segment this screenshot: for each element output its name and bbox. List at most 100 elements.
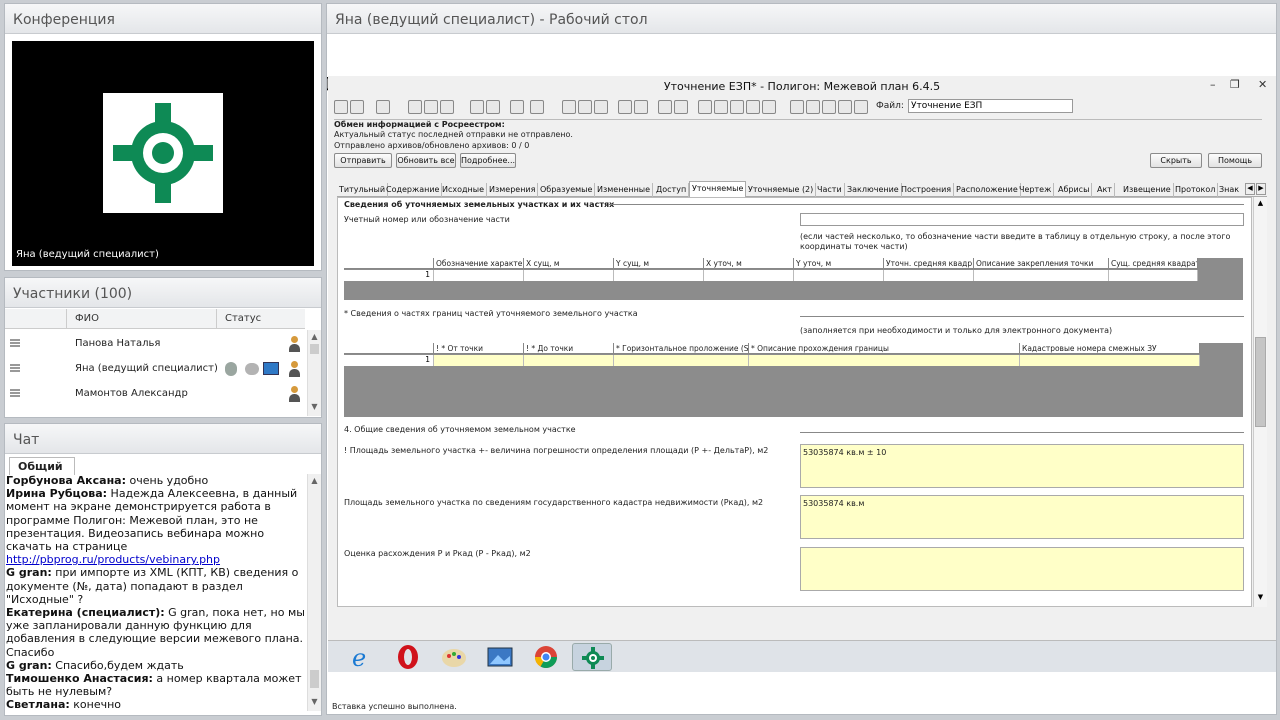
col-x-exist[interactable]: X сущ, м (524, 258, 614, 269)
tab-dostup[interactable]: Доступ (654, 183, 690, 197)
col-y-exist[interactable]: Y сущ, м (614, 258, 704, 269)
hide-button[interactable]: Скрыть (1150, 153, 1202, 168)
tab-izmereniya[interactable]: Измерения (487, 183, 539, 197)
edit-icon[interactable] (440, 100, 454, 114)
minimize-icon[interactable]: – (1210, 78, 1216, 91)
diff-field[interactable] (800, 547, 1244, 591)
file-name-field[interactable]: Уточнение ЕЗП (908, 99, 1073, 113)
help-icon[interactable] (838, 100, 852, 114)
col-point-fixing[interactable]: Описание закрепления точки (974, 258, 1109, 269)
export-xml-icon[interactable] (408, 100, 422, 114)
maximize-icon[interactable]: ❐ (1230, 78, 1240, 91)
col-exist-error[interactable]: Сущ. средняя квадрат (1109, 258, 1198, 269)
webinar-link[interactable]: http://pbprog.ru/products/vebinary.php (6, 553, 220, 566)
participant-row[interactable]: Яна (ведущий специалист) (5, 357, 305, 382)
header-status[interactable]: Статус (217, 309, 305, 329)
drag-handle-icon[interactable] (10, 364, 20, 372)
table-row[interactable]: 1 (344, 270, 1198, 281)
table-row[interactable]: 1 (344, 355, 1200, 366)
calc-icon[interactable] (746, 100, 760, 114)
col-adjacent-cadastral[interactable]: Кадастровые номера смежных ЗУ (1020, 343, 1200, 354)
check-icon[interactable] (714, 100, 728, 114)
tab-raspolozhenie[interactable]: Расположение (954, 183, 1021, 197)
area-field[interactable]: 53035874 кв.м ± 10 (800, 444, 1244, 488)
polygon-icon[interactable] (572, 643, 612, 671)
chat-tab-general[interactable]: Общий (9, 457, 75, 475)
tabs-next-icon[interactable]: ▶ (1256, 183, 1266, 195)
drag-handle-icon[interactable] (10, 389, 20, 397)
open-icon[interactable] (350, 100, 364, 114)
microphone-icon[interactable] (225, 362, 237, 376)
close-icon[interactable]: ✕ (1258, 78, 1267, 91)
col-designation[interactable]: Обозначение характер (434, 258, 524, 269)
export-zip-icon[interactable] (424, 100, 438, 114)
screen-share-icon[interactable] (263, 362, 279, 375)
participant-row[interactable]: Мамонтов Александр (5, 382, 305, 407)
webcam-icon[interactable] (245, 363, 259, 375)
hint-icon[interactable] (822, 100, 836, 114)
tab-izmenennye[interactable]: Измененные (595, 183, 654, 197)
tab-chertezh[interactable]: Чертеж (1017, 183, 1055, 197)
tab-utochnyaemye[interactable]: Уточняемые (689, 181, 747, 197)
more-button[interactable]: Подробнее... (460, 153, 516, 168)
header-name[interactable]: ФИО (67, 309, 217, 329)
tab-obrazuemye[interactable]: Образуемые (538, 183, 596, 197)
scroll-thumb[interactable] (310, 344, 319, 354)
convert-icon[interactable] (470, 100, 484, 114)
ie-icon[interactable]: e (342, 643, 382, 672)
scroll-up-icon[interactable]: ▲ (308, 476, 321, 488)
scroll-down-icon[interactable]: ▼ (308, 402, 321, 414)
tab-zaklyuchenie[interactable]: Заключение (845, 183, 902, 197)
refresh-all-button[interactable]: Обновить все (396, 153, 456, 168)
tab-titulny[interactable]: Титульный (337, 183, 389, 197)
preview-icon[interactable] (530, 100, 544, 114)
send-button[interactable]: Отправить (334, 153, 392, 168)
col-refined-error[interactable]: Уточн. средняя квадр (884, 258, 974, 269)
tab-izveshchenie[interactable]: Извещение (1121, 183, 1174, 197)
opera-icon[interactable] (388, 643, 428, 671)
tab-soderzhanie[interactable]: Содержание (384, 183, 443, 197)
tools-icon[interactable] (698, 100, 712, 114)
search-icon[interactable] (790, 100, 804, 114)
form-scrollbar[interactable]: ▲ ▼ (1253, 197, 1267, 607)
fill-icon[interactable] (762, 100, 776, 114)
tabs-prev-icon[interactable]: ◀ (1245, 183, 1255, 195)
col-horizontal-length[interactable]: * Горизонтальное проложение (S), (614, 343, 749, 354)
col-to-point[interactable]: ! * До точки (524, 343, 614, 354)
scroll-up-icon[interactable]: ▲ (1255, 199, 1266, 209)
spell-icon[interactable] (730, 100, 744, 114)
undo-icon[interactable] (594, 100, 608, 114)
help-button[interactable]: Помощь (1208, 153, 1262, 168)
part-number-input[interactable] (800, 213, 1244, 226)
delete-row-icon[interactable] (634, 100, 648, 114)
copy-icon[interactable] (562, 100, 576, 114)
paint-icon[interactable] (434, 643, 474, 671)
print-icon[interactable] (510, 100, 524, 114)
chrome-icon[interactable] (526, 643, 566, 671)
save-icon[interactable] (376, 100, 390, 114)
scroll-down-icon[interactable]: ▼ (308, 697, 321, 709)
col-border-description[interactable]: * Описание прохождения границы (749, 343, 1020, 354)
drag-handle-icon[interactable] (10, 339, 20, 347)
tab-iskhodnye[interactable]: Исходные (440, 183, 488, 197)
scroll-thumb[interactable] (1255, 337, 1266, 427)
chat-scrollbar[interactable]: ▲ ▼ (307, 474, 321, 711)
tab-protokol[interactable]: Протокол (1173, 183, 1219, 197)
col-y-refined[interactable]: Y уточ, м (794, 258, 884, 269)
scroll-down-icon[interactable]: ▼ (1255, 593, 1266, 603)
tab-akt[interactable]: Акт (1095, 183, 1115, 197)
new-icon[interactable] (334, 100, 348, 114)
photos-icon[interactable] (480, 643, 520, 671)
settings-icon[interactable] (854, 100, 868, 114)
move-up-icon[interactable] (658, 100, 672, 114)
participants-scrollbar[interactable]: ▲ ▼ (307, 330, 321, 416)
tab-chasti[interactable]: Части (815, 183, 845, 197)
col-from-point[interactable]: ! * От точки (434, 343, 524, 354)
tab-utochnyaemye-2[interactable]: Уточняемые (2) (746, 183, 817, 197)
move-down-icon[interactable] (674, 100, 688, 114)
add-row-icon[interactable] (618, 100, 632, 114)
gkn-area-field[interactable]: 53035874 кв.м (800, 495, 1244, 539)
tab-postroeniya[interactable]: Построения (899, 183, 955, 197)
tab-abrisy[interactable]: Абрисы (1056, 183, 1093, 197)
participant-row[interactable]: Панова Наталья (5, 332, 305, 357)
